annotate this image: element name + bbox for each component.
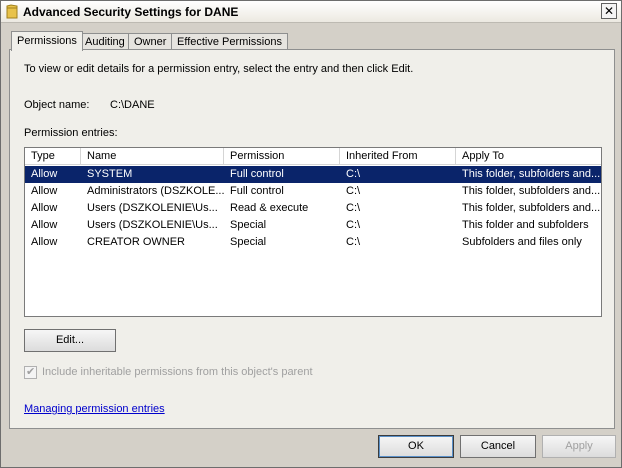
close-icon: ✕ xyxy=(603,4,615,18)
inherit-permissions-checkbox[interactable]: ✔ xyxy=(24,366,37,379)
folder-icon xyxy=(6,4,18,19)
cell-apply-to: Subfolders and files only xyxy=(462,236,582,248)
cell-permission: Full control xyxy=(230,185,284,197)
cell-name: Administrators (DSZKOLE... xyxy=(87,185,224,197)
table-row[interactable]: Allow Users (DSZKOLENIE\Us... Special C:… xyxy=(25,217,601,234)
tab-auditing[interactable]: Auditing xyxy=(79,33,131,50)
dialog-window: Advanced Security Settings for DANE ✕ Pe… xyxy=(0,0,622,468)
managing-permission-entries-link[interactable]: Managing permission entries xyxy=(24,403,165,415)
cell-type: Allow xyxy=(31,219,58,231)
cell-name: Users (DSZKOLENIE\Us... xyxy=(87,202,218,214)
cell-permission: Special xyxy=(230,219,267,231)
cell-type: Allow xyxy=(31,168,58,180)
permission-entries-label: Permission entries: xyxy=(24,127,118,139)
ok-button[interactable]: OK xyxy=(378,435,454,458)
instructions-text: To view or edit details for a permission… xyxy=(24,63,414,75)
cell-permission: Read & execute xyxy=(230,202,309,214)
table-row[interactable]: Allow SYSTEM Full control C:\ This folde… xyxy=(25,166,601,183)
cell-inherited-from: C:\ xyxy=(346,168,361,180)
tab-owner[interactable]: Owner xyxy=(128,33,173,50)
column-header-inherited-from[interactable]: Inherited From xyxy=(340,148,456,165)
tab-permissions[interactable]: Permissions xyxy=(11,31,83,51)
cell-apply-to: This folder, subfolders and... xyxy=(462,202,601,214)
checkmark-icon: ✔ xyxy=(26,366,36,378)
cell-name: CREATOR OWNER xyxy=(87,236,185,248)
tab-effective-permissions[interactable]: Effective Permissions xyxy=(171,33,288,50)
close-button[interactable]: ✕ xyxy=(601,3,617,19)
column-header-name[interactable]: Name xyxy=(81,148,224,165)
edit-button[interactable]: Edit... xyxy=(24,329,116,352)
cancel-button[interactable]: Cancel xyxy=(460,435,536,458)
column-header-apply-to[interactable]: Apply To xyxy=(456,148,601,165)
window-title: Advanced Security Settings for DANE xyxy=(23,5,239,19)
table-row[interactable]: Allow Users (DSZKOLENIE\Us... Read & exe… xyxy=(25,200,601,217)
cell-inherited-from: C:\ xyxy=(346,202,361,214)
list-header: Type Name Permission Inherited From Appl… xyxy=(25,148,601,165)
cell-name: Users (DSZKOLENIE\Us... xyxy=(87,219,218,231)
column-header-type[interactable]: Type xyxy=(25,148,81,165)
table-row[interactable]: Allow CREATOR OWNER Special C:\ Subfolde… xyxy=(25,234,601,251)
table-row[interactable]: Allow Administrators (DSZKOLE... Full co… xyxy=(25,183,601,200)
cell-inherited-from: C:\ xyxy=(346,185,361,197)
inherit-permissions-label: Include inheritable permissions from thi… xyxy=(42,366,313,378)
cell-permission: Special xyxy=(230,236,267,248)
cell-inherited-from: C:\ xyxy=(346,236,361,248)
cell-type: Allow xyxy=(31,202,58,214)
object-name-value: C:\DANE xyxy=(110,99,155,111)
object-name-label: Object name: xyxy=(24,99,90,111)
permission-entries-list[interactable]: Type Name Permission Inherited From Appl… xyxy=(24,147,602,317)
cell-apply-to: This folder, subfolders and... xyxy=(462,168,601,180)
permissions-panel: To view or edit details for a permission… xyxy=(9,49,615,429)
column-header-permission[interactable]: Permission xyxy=(224,148,340,165)
cell-permission: Full control xyxy=(230,168,284,180)
cell-name: SYSTEM xyxy=(87,168,133,180)
title-bar[interactable]: Advanced Security Settings for DANE ✕ xyxy=(1,1,621,23)
cell-apply-to: This folder, subfolders and... xyxy=(462,185,601,197)
cell-type: Allow xyxy=(31,236,58,248)
cell-inherited-from: C:\ xyxy=(346,219,361,231)
cell-type: Allow xyxy=(31,185,58,197)
apply-button[interactable]: Apply xyxy=(542,435,616,458)
cell-apply-to: This folder and subfolders xyxy=(462,219,589,231)
